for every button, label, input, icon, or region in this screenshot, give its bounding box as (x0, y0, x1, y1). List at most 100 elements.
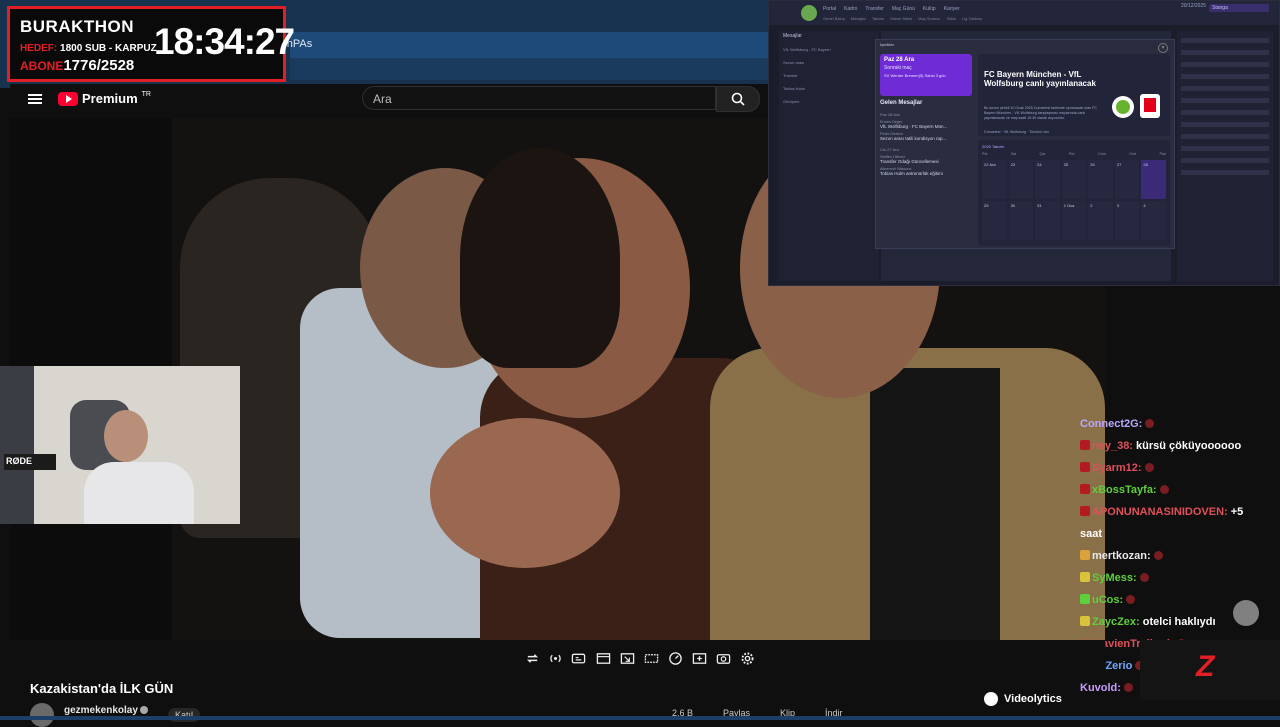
calendar-cell[interactable]: 1 Oca (1061, 201, 1087, 240)
dashboard-subnav-item[interactable]: Lig Tablosu (962, 16, 982, 21)
calendar-cell[interactable]: 30 (1008, 201, 1034, 240)
message-item[interactable]: Peter Dietrich Sezon arası tatili kondisy… (880, 132, 972, 141)
brand-logo: Z (1140, 640, 1280, 700)
dashboard-subnav-item[interactable]: Genel Bakış (823, 16, 845, 21)
theater-icon[interactable] (643, 650, 659, 666)
dashboard-nav-item[interactable]: Kariyer (944, 6, 960, 12)
videolytics-icon (984, 692, 998, 706)
calendar-days: Pzt Sal Çar Per Cum Cmt Paz (982, 152, 1166, 156)
microphone-label: RØDE (6, 456, 33, 466)
chat-username[interactable]: uCos: (1092, 594, 1123, 606)
message-item[interactable]: Akberrcel Nilssons Tobias Holm antrenörlü… (880, 167, 972, 176)
dashboard-nav-item[interactable]: Portal (823, 6, 836, 12)
settings-icon[interactable] (739, 650, 755, 666)
search-button[interactable] (716, 86, 760, 112)
add-icon[interactable] (691, 650, 707, 666)
calendar-day: Cum (1097, 152, 1107, 156)
calendar: 2025 Takvim Pzt Sal Çar Per Cum Cmt Paz 22 Ara… (978, 140, 1170, 246)
streamer-body (84, 462, 194, 524)
miniplayer-icon[interactable] (619, 650, 635, 666)
dashboard-subnav-item[interactable]: Tablo (946, 16, 956, 21)
channel-avatar[interactable] (30, 703, 54, 727)
chat-username[interactable]: ney_38: (1092, 440, 1133, 452)
chat-username[interactable]: APONUNANASINIDOVEN: (1092, 506, 1228, 518)
chat-username[interactable]: Kuvold: (1080, 682, 1121, 694)
speed-icon[interactable] (667, 650, 683, 666)
chapters-icon[interactable] (595, 650, 611, 666)
calendar-header: 2025 Takvim (982, 144, 1005, 149)
screenshot-icon[interactable] (715, 650, 731, 666)
next-match-detail: SV Werder Bremen(5) Sahsi 3 gün (884, 73, 946, 78)
bayern-crest-icon (1140, 94, 1160, 118)
left-panel-row[interactable]: Transfer (783, 73, 875, 78)
message-item[interactable]: Steffen Hilbner Transfer Odağı Güncelleme… (880, 155, 972, 164)
calendar-cell[interactable]: 28 (1141, 160, 1166, 199)
chat-username[interactable]: ZaycZex: (1092, 616, 1140, 628)
close-icon[interactable]: × (1158, 43, 1168, 53)
video-title: Kazakistan'da İLK GÜN (30, 681, 174, 696)
chat-badge-icon (1080, 462, 1090, 472)
dashboard-subnav-item[interactable]: Haber Sitesi (890, 16, 912, 21)
calendar-cell[interactable]: 29 (982, 201, 1007, 240)
calendar-cell[interactable]: 22 Ara (982, 160, 1007, 199)
cc-icon[interactable] (570, 650, 586, 666)
chat-message: ney_38: kürsü çöküyoooooo (1080, 440, 1241, 453)
calendar-day: Paz (1159, 152, 1166, 156)
left-panel-row[interactable]: Görüşme (783, 99, 875, 104)
chat-emote-icon (1159, 485, 1169, 494)
calendar-cell[interactable]: 2 (1088, 201, 1113, 240)
messages-title: Gelen Mesajlar (880, 100, 923, 106)
chat-username[interactable]: xBossTayfa: (1092, 484, 1157, 496)
calendar-cell[interactable]: 26 (1088, 160, 1113, 199)
calendar-cells: 22 Ara 23 24 25 26 27 28 29 30 31 1 Oca 2 3 4 (982, 160, 1166, 240)
chat-emote-icon (1145, 419, 1155, 428)
calendar-cell[interactable]: 3 (1114, 201, 1140, 240)
dashboard-nav-item[interactable]: Kadro (844, 6, 857, 12)
chat-username[interactable]: Syarm12: (1092, 462, 1142, 474)
search-input[interactable]: Ara (362, 86, 716, 110)
left-panel-row[interactable]: Tobias Holm (783, 86, 875, 91)
chat-text: otelci haklıydı (1142, 616, 1216, 628)
chat-badge-icon (1080, 440, 1090, 450)
dashboard-nav-item[interactable]: Maç Günü (892, 6, 915, 12)
chat-message: xBossTayfa: (1080, 484, 1169, 497)
left-panel-row[interactable]: VfL Wolfsburg - FC Bayern (783, 47, 875, 52)
browser-tab-strip[interactable] (290, 32, 770, 59)
calendar-cell[interactable]: 27 (1114, 160, 1140, 199)
next-match-card[interactable]: Paz 28 Ara Sonraki maç SV Werder Bremen(… (880, 54, 972, 96)
dashboard-nav-item[interactable]: Transfer (865, 6, 883, 12)
calendar-cell[interactable]: 4 (1141, 201, 1166, 240)
dashboard-nav-item[interactable]: Kulüp (923, 6, 936, 12)
left-panel-row[interactable]: Sezon arası (783, 60, 875, 65)
subs-value: 1776/2528 (63, 57, 135, 74)
calendar-cell[interactable]: 25 (1061, 160, 1087, 199)
youtube-premium-logo[interactable]: Premium TR (58, 91, 151, 106)
news-article[interactable]: FC Bayern München - VfL Wolfsburg canlı … (978, 54, 1170, 136)
calendar-day: Per (1068, 152, 1075, 156)
loop-icon[interactable] (524, 650, 540, 666)
channel-name[interactable]: gezmekenkolay (64, 705, 138, 716)
menu-icon[interactable] (28, 92, 42, 106)
dashboard-lang[interactable]: Stanga (1209, 4, 1269, 12)
subathon-counter: BURAKTHON HEDEF: 1800 SUB - KARPUZ ABONE… (7, 6, 295, 82)
youtube-play-icon (58, 91, 78, 106)
chat-username[interactable]: Connect2G: (1080, 418, 1142, 430)
message-title: Sezon arası tatili kondisyon rap... (880, 136, 947, 141)
dashboard-subnav: Genel Bakış Mesajlar Takvim Haber Sitesi Maç… (823, 16, 988, 21)
dashboard-subnav-item[interactable]: Maç Sonucu (918, 16, 940, 21)
live-icon[interactable] (547, 650, 563, 666)
counter-goal: HEDEF: 1800 SUB - KARPUZ (20, 43, 157, 54)
chat-message: APONUNANASINIDOVEN: +5 (1080, 506, 1243, 519)
next-match-label: Sonraki maç (884, 65, 912, 71)
chat-username[interactable]: mertkozan: (1092, 550, 1151, 562)
chat-username[interactable]: SyMess: (1092, 572, 1137, 584)
calendar-cell[interactable]: 24 (1035, 160, 1060, 199)
calendar-cell[interactable]: 31 (1035, 201, 1060, 240)
dashboard-subnav-item[interactable]: Takvim (872, 16, 884, 21)
chat-scroll-button[interactable] (1233, 600, 1259, 626)
message-item[interactable]: Ermes Degre VfL Wolfsburg - FC Bayern Mün… (880, 120, 972, 129)
game-dashboard-overlay: Portal Kadro Transfer Maç Günü Kulüp Kariyer … (768, 0, 1280, 286)
calendar-cell[interactable]: 23 (1008, 160, 1034, 199)
dashboard-subnav-item[interactable]: Mesajlar (851, 16, 866, 21)
person-hair (460, 148, 620, 368)
